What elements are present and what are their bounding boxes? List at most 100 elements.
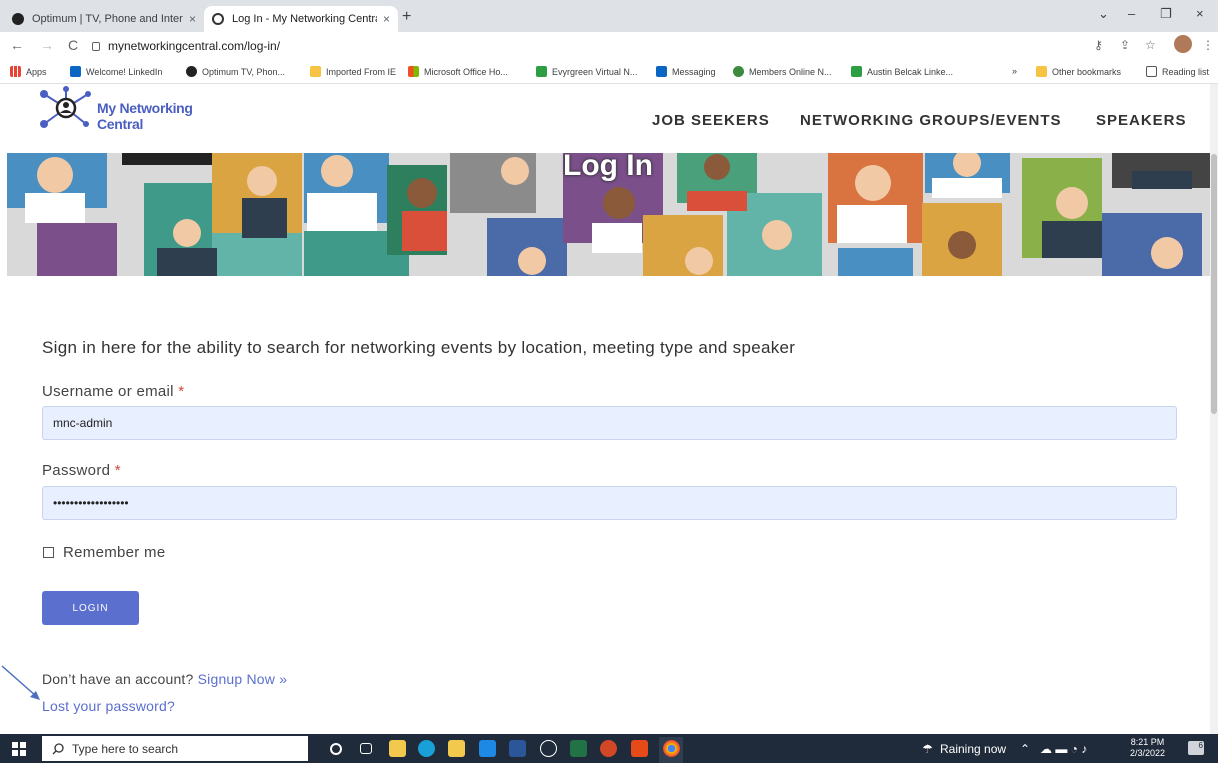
address-bar[interactable]: mynetworkingcentral.com/log-in/ xyxy=(92,36,1072,56)
bookmark-austin-belcak[interactable]: Austin Belcak Linke... xyxy=(851,66,953,77)
username-label-text: Username or email xyxy=(42,383,174,400)
clock-time: 8:21 PM xyxy=(1130,737,1165,747)
nav-speakers[interactable]: SPEAKERS xyxy=(1096,112,1187,129)
bookmark-apps[interactable]: Apps xyxy=(10,66,47,77)
required-mark: * xyxy=(178,383,185,400)
tab-log-in[interactable]: Log In - My Networking Central × xyxy=(204,6,398,32)
web-page: My Networking Central JOB SEEKERS NETWOR… xyxy=(0,84,1210,734)
weather-text[interactable]: Raining now xyxy=(940,742,1006,756)
chrome-icon[interactable] xyxy=(663,740,680,757)
bookmark-evyrgreen[interactable]: Evyrgreen Virtual N... xyxy=(536,66,637,77)
new-tab-button[interactable]: + xyxy=(402,8,411,26)
required-mark: * xyxy=(114,462,121,479)
back-button[interactable]: ← xyxy=(10,37,24,53)
bookmark-label: Other bookmarks xyxy=(1052,66,1122,77)
bookmark-microsoft-office[interactable]: Microsoft Office Ho... xyxy=(408,66,508,77)
excel-icon[interactable] xyxy=(570,740,587,757)
site-logo[interactable]: My Networking Central xyxy=(36,86,236,132)
lost-password-link[interactable]: Lost your password? xyxy=(42,698,175,714)
plus-green-icon xyxy=(536,66,547,77)
search-placeholder: Type here to search xyxy=(72,741,179,756)
windows-taskbar: Type here to search ☂ Raining now ⌃ ☁ ▬ … xyxy=(0,734,1218,763)
office-icon[interactable] xyxy=(631,740,648,757)
share-icon[interactable]: ⇪ xyxy=(1120,38,1130,52)
bookmark-messaging[interactable]: Messaging xyxy=(656,66,716,77)
tab-optimum[interactable]: Optimum | TV, Phone and Intern × xyxy=(4,6,204,32)
taskbar-clock[interactable]: 8:21 PM 2/3/2022 xyxy=(1130,737,1165,759)
key-icon[interactable]: ⚷ xyxy=(1094,38,1103,52)
cortana-icon[interactable] xyxy=(330,743,342,755)
nav-job-seekers[interactable]: JOB SEEKERS xyxy=(652,112,770,129)
browser-toolbar: ← → C mynetworkingcentral.com/log-in/ ⚷ … xyxy=(0,32,1218,60)
login-button[interactable]: LOGIN xyxy=(42,591,139,625)
search-icon xyxy=(52,742,64,754)
microsoft-icon xyxy=(408,66,419,77)
members-icon xyxy=(733,66,744,77)
mail-icon[interactable] xyxy=(479,740,496,757)
bookmark-imported-from-ie[interactable]: Imported From IE xyxy=(310,66,396,77)
tab-title: Optimum | TV, Phone and Intern xyxy=(32,13,183,25)
url-text: mynetworkingcentral.com/log-in/ xyxy=(108,39,281,53)
maximize-button[interactable]: ❐ xyxy=(1160,6,1172,22)
tray-icons[interactable]: ☁ ▬ ◔ ♪ xyxy=(1040,742,1087,756)
password-label: Password * xyxy=(42,462,121,479)
remember-me-label: Remember me xyxy=(63,544,166,561)
reading-list-button[interactable]: Reading list xyxy=(1146,66,1209,77)
scrollbar-thumb[interactable] xyxy=(1211,154,1217,414)
username-label: Username or email * xyxy=(42,383,184,400)
taskbar-search-box[interactable]: Type here to search xyxy=(42,736,308,761)
chrome-menu-icon[interactable]: ⋮ xyxy=(1202,38,1214,52)
close-tab-icon[interactable]: × xyxy=(189,12,196,26)
tab-search-icon[interactable]: ⌄ xyxy=(1098,6,1109,22)
bookmark-optimum[interactable]: Optimum TV, Phon... xyxy=(186,66,285,77)
store-icon[interactable] xyxy=(448,740,465,757)
bookmark-label: Reading list xyxy=(1162,66,1210,77)
close-window-button[interactable]: × xyxy=(1196,6,1204,21)
windows-start-icon[interactable] xyxy=(12,742,26,756)
password-input[interactable] xyxy=(42,486,1177,520)
task-view-icon[interactable] xyxy=(360,743,372,754)
word-icon[interactable] xyxy=(509,740,526,757)
bookmark-label: Imported From IE xyxy=(326,66,397,77)
username-input[interactable] xyxy=(42,406,1177,440)
file-explorer-icon[interactable] xyxy=(389,740,406,757)
bookmark-label: Members Online N... xyxy=(749,66,832,77)
weather-icon[interactable]: ☂ xyxy=(922,742,933,756)
signup-link[interactable]: Signup Now » xyxy=(198,671,288,687)
close-tab-icon[interactable]: × xyxy=(383,12,390,26)
bookmark-label: Apps xyxy=(26,66,47,77)
user-favicon-icon xyxy=(212,13,224,25)
folder-icon xyxy=(310,66,321,77)
checkbox-icon[interactable] xyxy=(43,547,54,558)
tray-chevron-icon[interactable]: ⌃ xyxy=(1020,742,1030,756)
nav-networking-groups-events[interactable]: NETWORKING GROUPS/EVENTS xyxy=(800,112,1062,129)
bookmarks-overflow-button[interactable]: » xyxy=(1012,66,1017,76)
edge-icon[interactable] xyxy=(418,740,435,757)
bookmark-other-bookmarks[interactable]: Other bookmarks xyxy=(1036,66,1121,77)
reload-button[interactable]: C xyxy=(68,37,78,53)
page-scrollbar[interactable] xyxy=(1210,84,1218,734)
powerpoint-icon[interactable] xyxy=(600,740,617,757)
bookmark-members-online[interactable]: Members Online N... xyxy=(733,66,832,77)
minimize-button[interactable]: – xyxy=(1128,6,1135,21)
forward-button[interactable]: → xyxy=(40,37,54,53)
optimum-favicon-icon xyxy=(12,13,24,25)
profile-avatar[interactable] xyxy=(1174,35,1192,53)
bookmarks-bar: Apps Welcome! LinkedIn Optimum TV, Phon.… xyxy=(0,60,1218,84)
bookmark-star-icon[interactable]: ☆ xyxy=(1145,38,1156,52)
signup-line: Don’t have an account? Signup Now » xyxy=(42,671,287,687)
dell-icon[interactable] xyxy=(540,740,557,757)
browser-tab-bar: Optimum | TV, Phone and Intern × Log In … xyxy=(0,0,1218,32)
notification-center-icon[interactable]: 6 xyxy=(1188,741,1204,755)
network-logo-icon xyxy=(40,86,91,128)
linkedin-icon xyxy=(656,66,667,77)
linkedin-icon xyxy=(70,66,81,77)
bookmark-linkedin[interactable]: Welcome! LinkedIn xyxy=(70,66,162,77)
optimum-icon xyxy=(186,66,197,77)
bookmark-label: Microsoft Office Ho... xyxy=(424,66,508,77)
remember-me-checkbox[interactable]: Remember me xyxy=(43,544,166,561)
bookmark-label: Evyrgreen Virtual N... xyxy=(552,66,638,77)
bookmark-label: Optimum TV, Phon... xyxy=(202,66,286,77)
logo-text: My Networking Central xyxy=(97,100,193,132)
lock-icon xyxy=(92,41,100,51)
